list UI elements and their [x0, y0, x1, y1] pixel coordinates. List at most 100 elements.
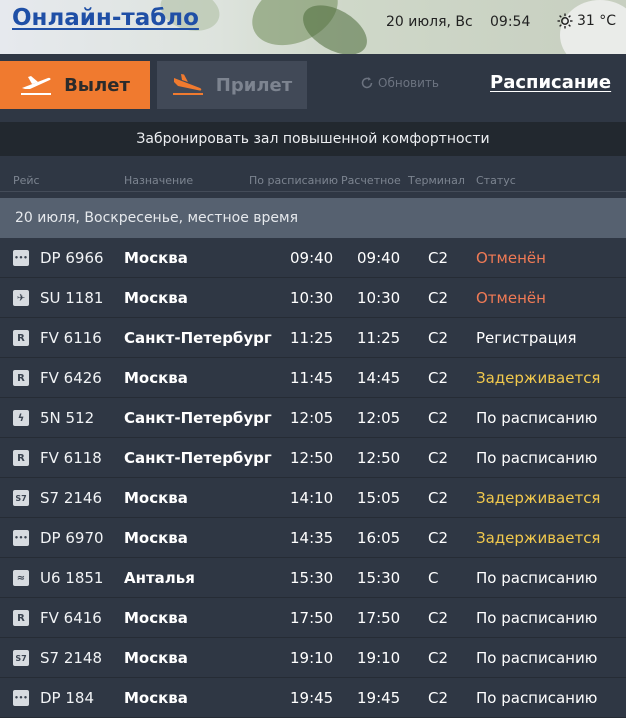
destination: Москва — [124, 369, 188, 387]
column-terminal: Терминал — [408, 174, 465, 187]
flight-status: Отменён — [476, 249, 546, 267]
table-row[interactable]: R FV 6116 Санкт-Петербург 11:25 11:25 C2 Регис… — [0, 318, 626, 358]
destination: Санкт-Петербург — [124, 449, 272, 467]
estimated-time: 16:05 — [357, 529, 401, 547]
table-row[interactable]: R FV 6416 Москва 17:50 17:50 C2 По расписанию — [0, 598, 626, 638]
scheduled-time: 12:50 — [290, 449, 334, 467]
scheduled-time: 17:50 — [290, 609, 334, 627]
flight-status: По расписанию — [476, 609, 598, 627]
background-foliage — [294, 0, 376, 54]
terminal: C — [428, 569, 439, 587]
terminal: C2 — [428, 289, 449, 307]
scheduled-time: 14:35 — [290, 529, 334, 547]
estimated-time: 15:30 — [357, 569, 401, 587]
flight-number: FV 6416 — [40, 609, 102, 627]
r-logo-icon: R — [13, 610, 29, 626]
dots-logo-icon: ••• — [13, 530, 29, 546]
flight-status: По расписанию — [476, 569, 598, 587]
current-date: 20 июля, Вс — [386, 14, 473, 30]
page-title-link[interactable]: Онлайн-табло — [12, 5, 199, 31]
s7-logo-icon: S7 — [13, 650, 29, 666]
flight-number: FV 6116 — [40, 329, 102, 347]
table-row[interactable]: ✈ SU 1181 Москва 10:30 10:30 C2 Отменён — [0, 278, 626, 318]
flight-status: Регистрация — [476, 329, 577, 347]
flight-status: По расписанию — [476, 409, 598, 427]
estimated-time: 17:50 — [357, 609, 401, 627]
toolbar: Вылет Прилет Обновить Расписание — [0, 54, 626, 122]
scheduled-time: 09:40 — [290, 249, 334, 267]
terminal: C2 — [428, 689, 449, 707]
column-flight: Рейс — [13, 174, 40, 187]
divider — [0, 191, 626, 192]
terminal: C2 — [428, 409, 449, 427]
r-logo-icon: R — [13, 450, 29, 466]
flight-status: По расписанию — [476, 689, 598, 707]
table-row[interactable]: ≈ U6 1851 Анталья 15:30 15:30 C По расписанию — [0, 558, 626, 598]
flight-number: S7 2148 — [40, 649, 103, 667]
flight-number: 5N 512 — [40, 409, 95, 427]
estimated-time: 15:05 — [357, 489, 401, 507]
refresh-button[interactable]: Обновить — [360, 76, 439, 90]
estimated-time: 12:50 — [357, 449, 401, 467]
destination: Москва — [124, 289, 188, 307]
estimated-time: 10:30 — [357, 289, 401, 307]
schedule-link[interactable]: Расписание — [490, 72, 611, 93]
plane-landing-icon — [172, 74, 203, 95]
sun-icon — [557, 13, 573, 29]
table-row[interactable]: ••• DP 6970 Москва 14:35 16:05 C2 Задерживаетс… — [0, 518, 626, 558]
scheduled-time: 11:45 — [290, 369, 334, 387]
table-row[interactable]: S7 S7 2146 Москва 14:10 15:05 C2 Задерживается — [0, 478, 626, 518]
swoosh-logo-icon: ✈ — [13, 290, 29, 306]
terminal: C2 — [428, 329, 449, 347]
lounge-booking-banner[interactable]: Забронировать зал повышенной комфортност… — [0, 122, 626, 156]
scheduled-time: 15:30 — [290, 569, 334, 587]
table-row[interactable]: R FV 6118 Санкт-Петербург 12:50 12:50 C2 По ра… — [0, 438, 626, 478]
destination: Москва — [124, 649, 188, 667]
estimated-time: 12:05 — [357, 409, 401, 427]
estimated-time: 11:25 — [357, 329, 401, 347]
refresh-label: Обновить — [378, 76, 439, 90]
flight-status: Задерживается — [476, 529, 601, 547]
weather: 31 °C — [557, 13, 616, 29]
estimated-time: 19:45 — [357, 689, 401, 707]
table-row[interactable]: ••• DP 184 Москва 19:45 19:45 C2 По расписанию — [0, 678, 626, 718]
table-row[interactable]: ϟ 5N 512 Санкт-Петербург 12:05 12:05 C2 По рас… — [0, 398, 626, 438]
destination: Анталья — [124, 569, 195, 587]
table-header: Рейс Назначение По расписанию Расчетное … — [0, 156, 626, 198]
flight-number: DP 6966 — [40, 249, 104, 267]
scheduled-time: 19:10 — [290, 649, 334, 667]
terminal: C2 — [428, 649, 449, 667]
table-row[interactable]: R FV 6426 Москва 11:45 14:45 C2 Задерживается — [0, 358, 626, 398]
arrivals-tab-label: Прилет — [215, 74, 293, 96]
departures-tab-label: Вылет — [64, 74, 130, 96]
terminal: C2 — [428, 449, 449, 467]
estimated-time: 09:40 — [357, 249, 401, 267]
destination: Москва — [124, 609, 188, 627]
flight-number: S7 2146 — [40, 489, 103, 507]
scheduled-time: 19:45 — [290, 689, 334, 707]
arrivals-tab[interactable]: Прилет — [157, 61, 307, 109]
wave-logo-icon: ≈ — [13, 570, 29, 586]
flight-number: U6 1851 — [40, 569, 104, 587]
terminal: C2 — [428, 609, 449, 627]
table-row[interactable]: S7 S7 2148 Москва 19:10 19:10 C2 По расписанию — [0, 638, 626, 678]
flight-status: Задерживается — [476, 369, 601, 387]
flights-table: ••• DP 6966 Москва 09:40 09:40 C2 Отменён ✈ SU 1… — [0, 238, 626, 718]
destination: Москва — [124, 489, 188, 507]
table-row[interactable]: ••• DP 6966 Москва 09:40 09:40 C2 Отменён — [0, 238, 626, 278]
departures-tab[interactable]: Вылет — [0, 61, 150, 109]
destination: Москва — [124, 689, 188, 707]
destination: Москва — [124, 529, 188, 547]
header-banner: Онлайн-табло 20 июля, Вс 09:54 31 °C — [0, 0, 626, 54]
dots-logo-icon: ••• — [13, 690, 29, 706]
refresh-icon — [361, 77, 373, 89]
terminal: C2 — [428, 489, 449, 507]
scheduled-time: 14:10 — [290, 489, 334, 507]
column-estimated: Расчетное — [341, 174, 401, 187]
temperature: 31 °C — [577, 13, 617, 29]
estimated-time: 19:10 — [357, 649, 401, 667]
flight-number: FV 6426 — [40, 369, 102, 387]
column-scheduled: По расписанию — [249, 174, 338, 187]
flight-status: По расписанию — [476, 449, 598, 467]
column-destination: Назначение — [124, 174, 194, 187]
